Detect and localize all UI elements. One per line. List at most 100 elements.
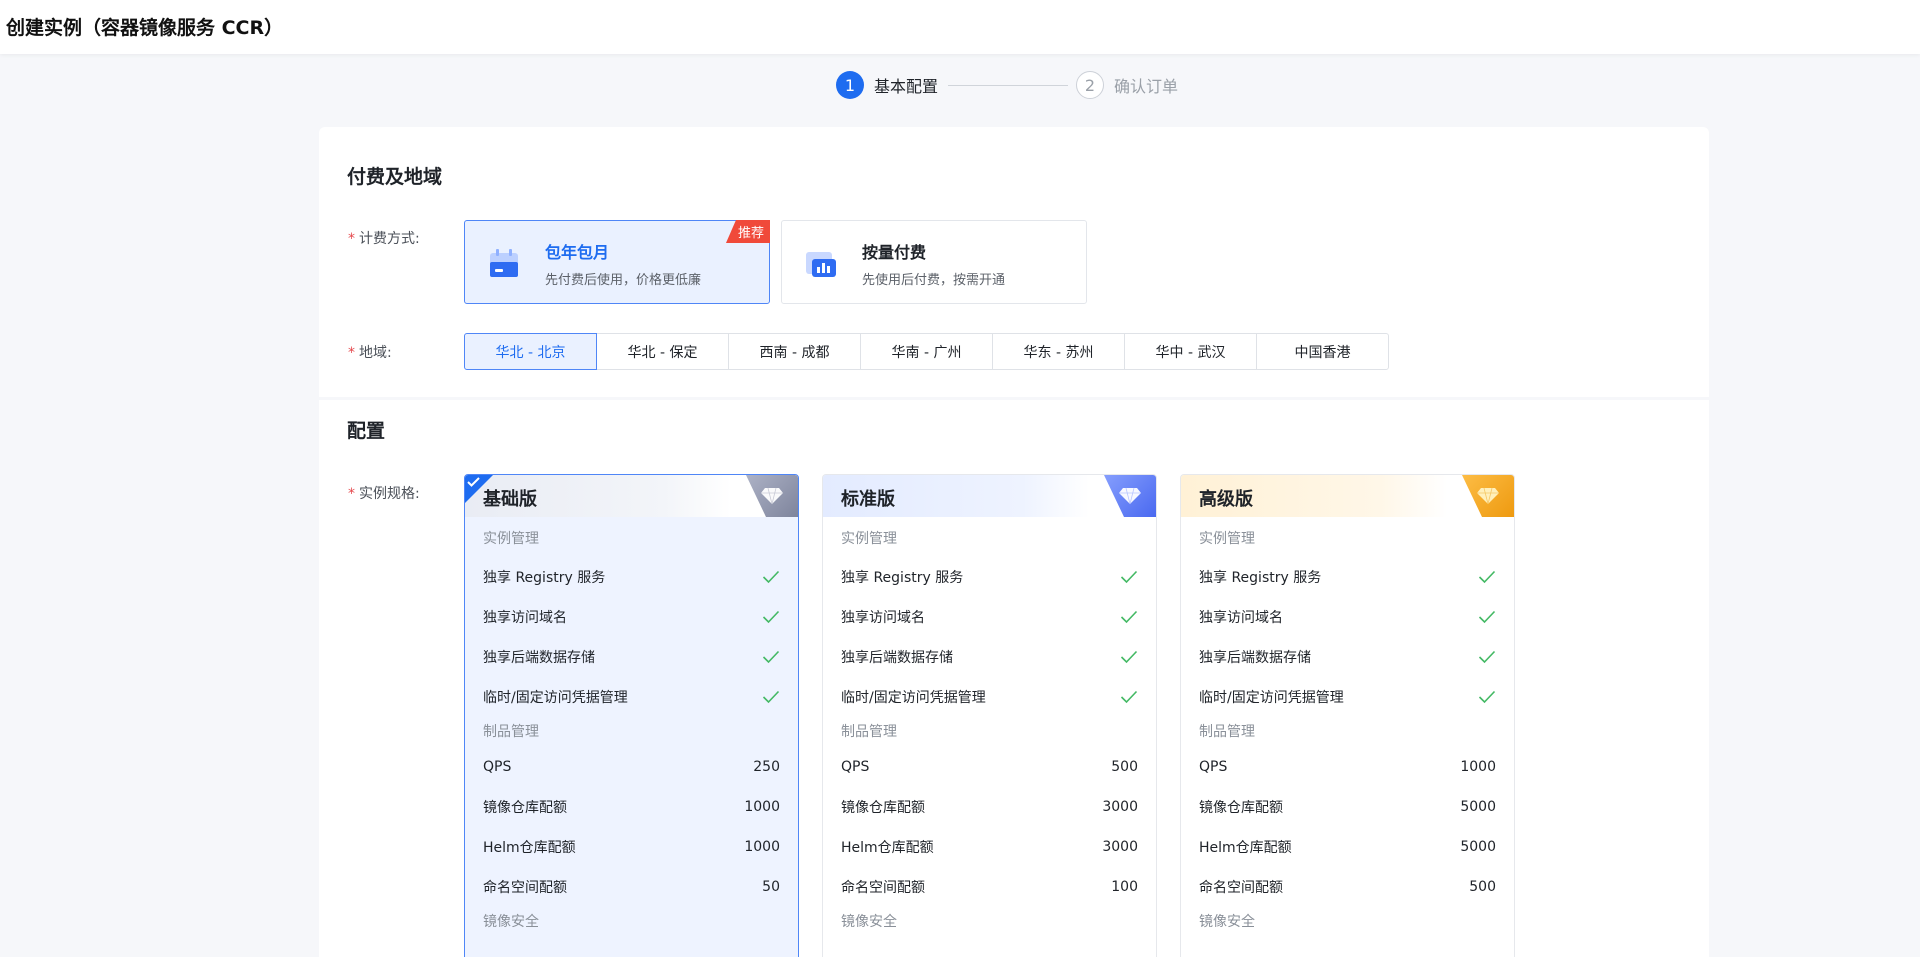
edition-header: 基础版 bbox=[465, 475, 798, 517]
quota-row: 命名空间配额 500 bbox=[1199, 879, 1496, 896]
check-icon bbox=[1120, 610, 1138, 624]
recommend-badge: 推荐 bbox=[725, 220, 770, 243]
quota-row: Helm仓库配额 5000 bbox=[1199, 839, 1496, 856]
quota-row: 命名空间配额 50 bbox=[483, 879, 780, 896]
quota-value: 100 bbox=[1111, 879, 1138, 895]
feature-row: 独享后端数据存储 bbox=[841, 637, 1138, 677]
top-bar: 创建实例（容器镜像服务 CCR） bbox=[0, 0, 1920, 54]
quota-row: 镜像仓库配额 3000 bbox=[841, 799, 1138, 816]
check-icon bbox=[1120, 570, 1138, 584]
group-image-security: 镜像安全 bbox=[483, 914, 539, 930]
billing-option-postpaid[interactable]: 按量付费 先使用后付费，按需开通 bbox=[781, 220, 1087, 304]
quota-value: 5000 bbox=[1460, 839, 1496, 855]
feature-row: 临时/固定访问凭据管理 bbox=[841, 677, 1138, 717]
quota-row: QPS 250 bbox=[483, 759, 780, 775]
required-asterisk: * bbox=[348, 231, 355, 247]
region-hongkong[interactable]: 中国香港 bbox=[1256, 333, 1389, 370]
instance-spec-label: * 实例规格: bbox=[348, 486, 420, 502]
feature-row: 独享 Registry 服务 bbox=[483, 557, 780, 597]
step-connector bbox=[948, 84, 1069, 86]
check-icon bbox=[1120, 650, 1138, 664]
feature-row: 独享后端数据存储 bbox=[483, 637, 780, 677]
required-asterisk: * bbox=[348, 486, 355, 502]
check-icon bbox=[1478, 610, 1496, 624]
check-icon bbox=[762, 610, 780, 624]
group-artifact-management: 制品管理 bbox=[841, 724, 897, 740]
billing-option-prepaid[interactable]: 包年包月 先付费后使用，价格更低廉 推荐 bbox=[464, 220, 770, 304]
edition-card-basic[interactable]: 基础版 实例管理 独享 Registry 服务 独享访问域名 独享后端数据存储 … bbox=[464, 474, 799, 957]
quota-value: 3000 bbox=[1102, 839, 1138, 855]
group-instance-management: 实例管理 bbox=[1199, 531, 1255, 547]
billing-method-label: * 计费方式: bbox=[348, 231, 420, 247]
quota-row: Helm仓库配额 1000 bbox=[483, 839, 780, 856]
group-artifact-management: 制品管理 bbox=[1199, 724, 1255, 740]
required-asterisk: * bbox=[348, 345, 355, 361]
check-icon bbox=[1120, 690, 1138, 704]
usage-chart-icon bbox=[806, 252, 836, 277]
diamond-icon bbox=[761, 487, 783, 505]
quota-row: Helm仓库配额 3000 bbox=[841, 839, 1138, 856]
check-icon bbox=[762, 690, 780, 704]
edition-name: 高级版 bbox=[1199, 489, 1253, 510]
feature-row: 独享访问域名 bbox=[483, 597, 780, 637]
group-instance-management: 实例管理 bbox=[483, 531, 539, 547]
group-image-security: 镜像安全 bbox=[1199, 914, 1255, 930]
feature-row: 独享 Registry 服务 bbox=[841, 557, 1138, 597]
billing-option-title: 包年包月 bbox=[545, 243, 610, 262]
page-title: 创建实例（容器镜像服务 CCR） bbox=[6, 17, 284, 39]
group-image-security: 镜像安全 bbox=[841, 914, 897, 930]
step-2-label: 确认订单 bbox=[1114, 77, 1179, 96]
quota-value: 250 bbox=[753, 759, 780, 775]
quota-value: 5000 bbox=[1460, 799, 1496, 815]
diamond-icon bbox=[1477, 487, 1499, 505]
region-baoding[interactable]: 华北 - 保定 bbox=[596, 333, 729, 370]
check-icon bbox=[1478, 570, 1496, 584]
region-label: * 地域: bbox=[348, 345, 392, 361]
config-section-title: 配置 bbox=[347, 420, 386, 442]
edition-card-advanced[interactable]: 高级版 实例管理 独享 Registry 服务 独享访问域名 独享后端数据存储 … bbox=[1180, 474, 1515, 957]
quota-value: 500 bbox=[1469, 879, 1496, 895]
step-1-number: 1 bbox=[836, 71, 864, 99]
group-instance-management: 实例管理 bbox=[841, 531, 897, 547]
edition-name: 标准版 bbox=[841, 489, 895, 510]
quota-value: 1000 bbox=[1460, 759, 1496, 775]
check-icon bbox=[762, 650, 780, 664]
region-beijing[interactable]: 华北 - 北京 bbox=[464, 333, 597, 370]
edition-gem-tag bbox=[1462, 475, 1514, 517]
region-guangzhou[interactable]: 华南 - 广州 bbox=[860, 333, 993, 370]
feature-row: 独享访问域名 bbox=[1199, 597, 1496, 637]
quota-row: 镜像仓库配额 1000 bbox=[483, 799, 780, 816]
diamond-icon bbox=[1119, 487, 1141, 505]
billing-option-title: 按量付费 bbox=[862, 243, 927, 262]
region-wuhan[interactable]: 华中 - 武汉 bbox=[1124, 333, 1257, 370]
check-icon bbox=[1478, 690, 1496, 704]
edition-name: 基础版 bbox=[483, 489, 537, 510]
calendar-icon bbox=[490, 249, 518, 277]
feature-row: 临时/固定访问凭据管理 bbox=[483, 677, 780, 717]
billing-section-title: 付费及地域 bbox=[347, 166, 443, 188]
billing-option-desc: 先付费后使用，价格更低廉 bbox=[545, 273, 702, 288]
region-suzhou[interactable]: 华东 - 苏州 bbox=[992, 333, 1125, 370]
quota-row: 命名空间配额 100 bbox=[841, 879, 1138, 896]
feature-row: 独享访问域名 bbox=[841, 597, 1138, 637]
feature-row: 独享 Registry 服务 bbox=[1199, 557, 1496, 597]
step-1-label: 基本配置 bbox=[874, 77, 939, 96]
quota-value: 50 bbox=[762, 879, 780, 895]
step-2-number: 2 bbox=[1076, 71, 1105, 99]
check-icon bbox=[1478, 650, 1496, 664]
edition-header: 高级版 bbox=[1181, 475, 1514, 517]
steps: 1 基本配置 2 确认订单 bbox=[836, 70, 1178, 100]
feature-row: 临时/固定访问凭据管理 bbox=[1199, 677, 1496, 717]
region-selector: 华北 - 北京 华北 - 保定 西南 - 成都 华南 - 广州 华东 - 苏州 … bbox=[464, 333, 1389, 370]
quota-row: QPS 500 bbox=[841, 759, 1138, 775]
quota-row: QPS 1000 bbox=[1199, 759, 1496, 775]
edition-card-standard[interactable]: 标准版 实例管理 独享 Registry 服务 独享访问域名 独享后端数据存储 … bbox=[822, 474, 1157, 957]
edition-gem-tag bbox=[1104, 475, 1156, 517]
edition-header: 标准版 bbox=[823, 475, 1156, 517]
quota-value: 1000 bbox=[744, 839, 780, 855]
region-chengdu[interactable]: 西南 - 成都 bbox=[728, 333, 861, 370]
quota-value: 500 bbox=[1111, 759, 1138, 775]
quota-value: 1000 bbox=[744, 799, 780, 815]
billing-option-desc: 先使用后付费，按需开通 bbox=[862, 273, 1006, 288]
check-icon bbox=[762, 570, 780, 584]
